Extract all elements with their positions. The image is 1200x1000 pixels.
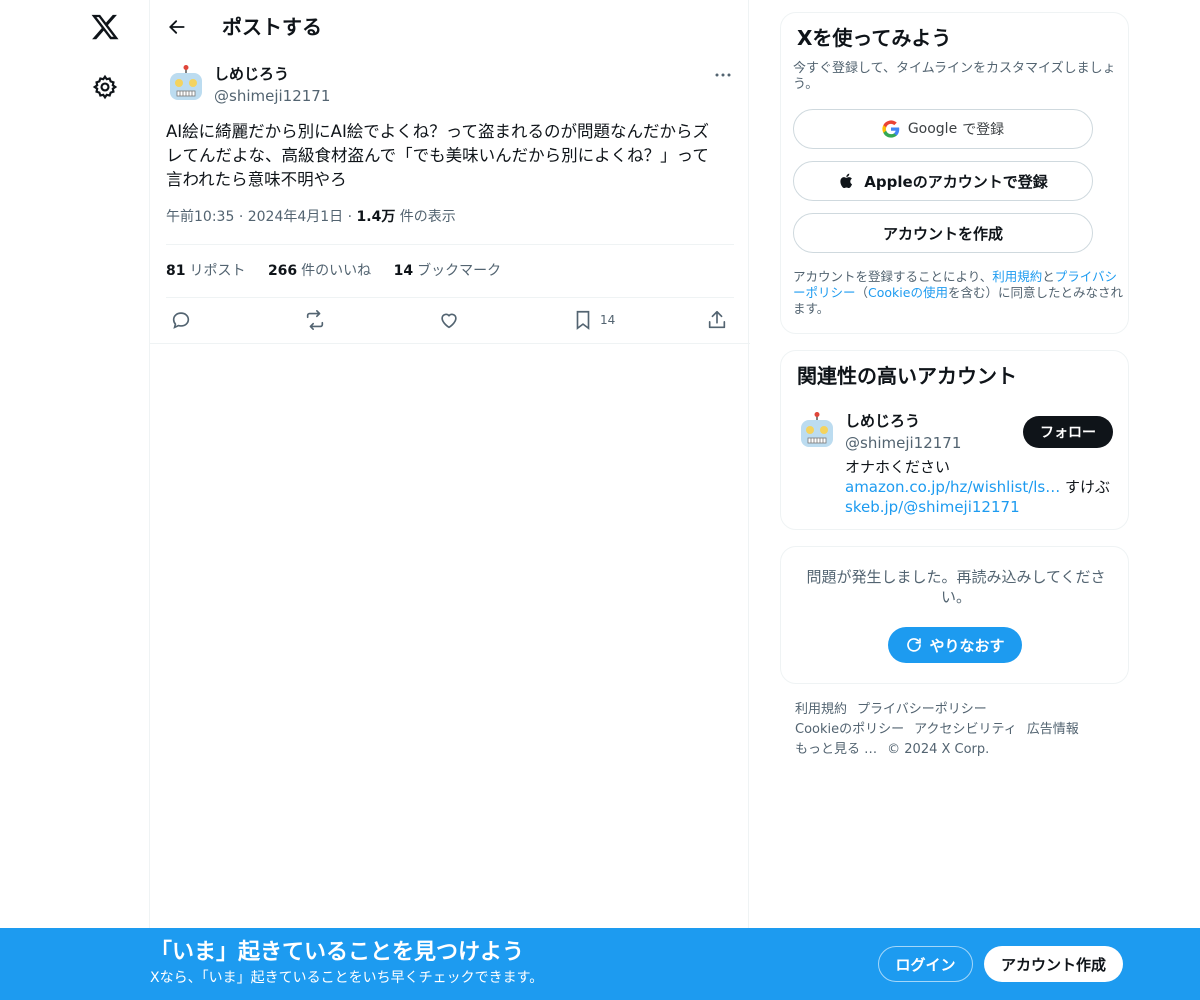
tweet-actions: 14 (150, 298, 750, 344)
repost-button[interactable] (304, 308, 326, 332)
bookmarks-label: ブックマーク (417, 263, 502, 279)
tweet-time[interactable]: 午前10:35 (166, 209, 234, 225)
tweet-stats: 81 リポスト 266 件のいいね 14 ブックマーク (166, 260, 519, 282)
likes-label: 件のいいね (301, 263, 372, 279)
reposts-count: 81 (166, 263, 186, 279)
footer-link[interactable]: アクセシビリティ (914, 722, 1017, 737)
meta-dot: · (347, 209, 357, 225)
author-handle[interactable]: @shimeji12171 (214, 86, 330, 106)
error-card: 問題が発生しました。再読み込みしてください。 やりなおす (780, 546, 1129, 684)
x-logo-icon[interactable] (90, 12, 120, 42)
bookmarks-stat[interactable]: 14 ブックマーク (394, 263, 501, 279)
related-account-name[interactable]: しめじろう (845, 411, 920, 431)
bookmarks-count: 14 (393, 263, 414, 279)
avatar[interactable] (166, 64, 206, 104)
refresh-icon (905, 636, 923, 654)
reposts-label: リポスト (189, 263, 246, 279)
tweet-text-line: AI絵に綺麗だから別にAI絵でよくね？って盗まれるのが問題なんだからズ (166, 122, 709, 141)
more-options-button[interactable] (710, 64, 736, 86)
signup-card: Xを使ってみよう 今すぐ登録して、タイムラインをカスタマイズしましょう。 Goo… (780, 12, 1129, 334)
retry-button[interactable]: やりなおす (888, 627, 1022, 663)
main-column: ポストする しめじろう @shimeji12171 AI絵に綺麗だから別にAI絵… (149, 0, 750, 1000)
arrow-left-icon (169, 20, 185, 34)
bio-line: オナホください (845, 458, 951, 476)
copyright: © 2024 X Corp. (887, 742, 990, 757)
tweet-date[interactable]: 2024年4月1日 (248, 209, 343, 225)
wishlist-link[interactable]: amazon.co.jp/hz/wishlist/ls… (845, 478, 1060, 496)
google-icon (882, 120, 900, 138)
apple-signup-label: Appleのアカウントで登録 (864, 172, 1048, 191)
google-signup-label: で登録 (962, 122, 1005, 138)
views-label: 件の表示 (399, 209, 456, 225)
main-header: ポストする (150, 0, 750, 54)
footer: 利用規約 プライバシーポリシー Cookieのポリシー アクセシビリティ 広告情報 も… (795, 700, 1125, 760)
views-count: 1.4万 (356, 209, 396, 225)
reply-icon (172, 312, 190, 329)
related-accounts-card: 関連性の高いアカウント しめじろう @shimeji12171 フォロー オナホ… (780, 350, 1129, 530)
heart-icon (441, 313, 457, 329)
bottom-bar-title: 「いま」起きていることを見つけよう (150, 940, 525, 965)
repost-icon (306, 310, 324, 330)
bio-text: すけぶ (1060, 478, 1111, 496)
signup-button[interactable]: アカウント作成 (984, 946, 1123, 982)
footer-link[interactable]: 利用規約 (795, 702, 847, 717)
google-brand: Google (907, 121, 958, 137)
more-horizontal-icon (715, 73, 731, 77)
likes-stat[interactable]: 266 件のいいね (268, 263, 371, 279)
avatar[interactable] (797, 411, 837, 451)
footer-link[interactable]: Cookieのポリシー (795, 722, 904, 737)
footer-link[interactable]: もっと見る … (795, 742, 877, 757)
signup-subtitle: 今すぐ登録して、タイムラインをカスタマイズしましょう。 (793, 61, 1116, 92)
signup-card-title: Xを使ってみよう (797, 26, 952, 50)
follow-button[interactable]: フォロー (1023, 416, 1113, 448)
left-nav (0, 0, 150, 1000)
tweet-text-line: レてんだよな、高級食材盗んで「でも美味いんだから別によくね？」って (166, 146, 709, 165)
create-account-label: アカウントを作成 (882, 224, 1003, 243)
meta-dot: · (238, 209, 248, 225)
login-button[interactable]: ログイン (878, 946, 973, 982)
apple-signup-button[interactable]: Appleのアカウントで登録 (793, 161, 1093, 201)
gear-icon[interactable] (92, 74, 118, 100)
error-message: 問題が発生しました。再読み込みしてください。 (806, 568, 1106, 606)
retry-label: やりなおす (929, 636, 1005, 655)
legal-text: アカウントを登録することにより、利用規約とプライバシーポリシー（Cookieの使… (793, 269, 1123, 317)
tweet-text: AI絵に綺麗だから別にAI絵でよくね？って盗まれるのが問題なんだからズ レてんだ… (166, 120, 726, 192)
bookmark-icon (576, 310, 590, 330)
footer-link[interactable]: プライバシーポリシー (857, 702, 987, 717)
page-title: ポストする (222, 15, 322, 39)
footer-link[interactable]: 広告情報 (1027, 722, 1079, 737)
related-account-bio: オナホください amazon.co.jp/hz/wishlist/ls… すけぶ… (845, 457, 1115, 517)
share-icon (708, 310, 726, 329)
related-account-handle[interactable]: @shimeji12171 (845, 433, 961, 453)
reposts-stat[interactable]: 81 リポスト (166, 263, 245, 279)
bottom-bar-subtitle: Xなら、「いま」起きていることをいち早くチェックできます。 (150, 970, 544, 986)
legal-prefix: アカウントを登録することにより、 (793, 269, 993, 284)
like-button[interactable] (438, 308, 460, 332)
apple-icon (838, 172, 856, 190)
author-name[interactable]: しめじろう (214, 64, 289, 84)
bookmark-button[interactable]: 14 (572, 308, 615, 332)
likes-count: 266 (267, 263, 298, 279)
legal-and: と (1042, 269, 1055, 284)
google-signup-button[interactable]: Google で登録 (793, 109, 1093, 149)
back-button[interactable] (164, 14, 190, 40)
tweet-text-line: 言われたら意味不明やろ (166, 170, 347, 189)
divider (166, 244, 734, 245)
reply-button[interactable] (170, 308, 192, 332)
legal-mid: （ (855, 285, 869, 300)
skeb-link[interactable]: skeb.jp/@shimeji12171 (845, 498, 1020, 516)
bottom-signup-bar: 「いま」起きていることを見つけよう Xなら、「いま」起きていることをいち早くチェ… (0, 928, 1200, 1000)
share-button[interactable] (706, 308, 728, 332)
cookie-link[interactable]: Cookieの使用 (868, 285, 948, 300)
bookmark-action-count: 14 (600, 313, 616, 327)
terms-link[interactable]: 利用規約 (992, 269, 1042, 284)
create-account-button[interactable]: アカウントを作成 (793, 213, 1093, 253)
related-card-title: 関連性の高いアカウント (797, 364, 1017, 388)
tweet-meta: 午前10:35 · 2024年4月1日 · 1.4万 件の表示 (166, 206, 456, 228)
